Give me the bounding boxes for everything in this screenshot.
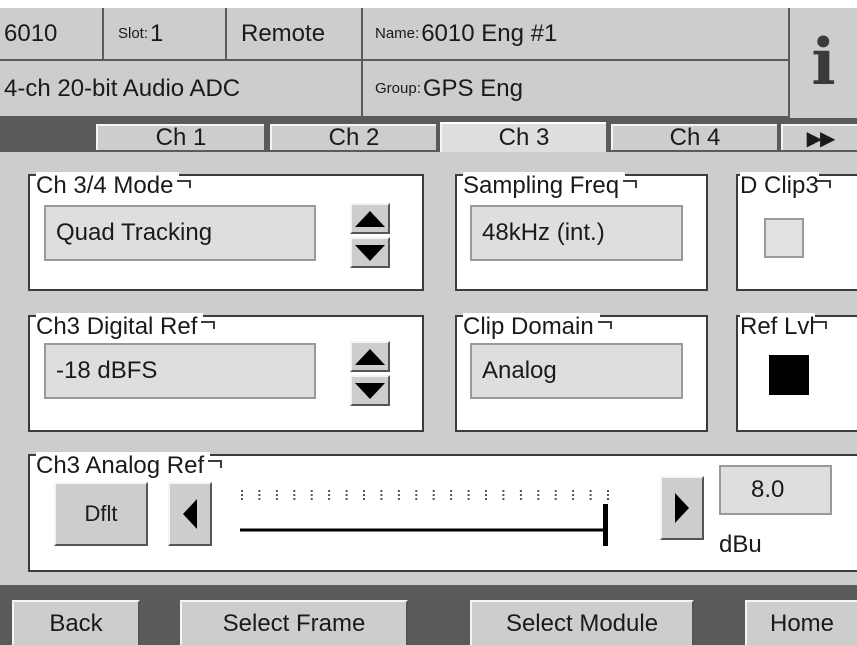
slot-cell: Slot: 1 — [104, 8, 225, 59]
slider-increment-button[interactable] — [660, 476, 704, 540]
tab-ch1-label: Ch 1 — [155, 124, 207, 151]
analog-ref-panel-title: Ch3 Analog Ref — [36, 452, 223, 480]
arrow-left-icon — [183, 499, 197, 529]
mode-up-button[interactable] — [350, 203, 390, 234]
arrow-up-icon — [355, 210, 385, 227]
tab-ch2[interactable]: Ch 2 — [270, 124, 436, 151]
slider-track — [240, 490, 609, 546]
digital-ref-up-button[interactable] — [350, 341, 390, 372]
digital-ref-field[interactable]: -18 dBFS — [44, 343, 316, 399]
tab-scroll-right-button[interactable]: ▶▶ — [781, 124, 857, 150]
arrow-up-icon — [355, 348, 385, 365]
model-number: 6010 — [0, 8, 102, 59]
name-cell: Name: 6010 Eng #1 — [363, 8, 788, 59]
select-frame-button[interactable]: Select Frame — [180, 600, 408, 645]
select-module-label: Select Module — [505, 609, 659, 637]
arrow-down-icon — [355, 244, 385, 261]
group-label: Group: — [375, 80, 421, 97]
module-description: 4-ch 20-bit Audio ADC — [4, 74, 241, 102]
model-number-text: 6010 — [4, 19, 58, 47]
digital-ref-down-button[interactable] — [350, 375, 390, 406]
tab-ch4[interactable]: Ch 4 — [611, 124, 777, 151]
description-cell: 4-ch 20-bit Audio ADC — [0, 61, 361, 116]
default-button-label: Dflt — [84, 501, 118, 526]
sampling-value: 48kHz (int.) — [482, 219, 605, 246]
dclip-checkbox[interactable] — [764, 218, 804, 258]
info-icon[interactable]: i — [811, 31, 835, 95]
mode-cell: Remote — [227, 8, 361, 59]
back-button[interactable]: Back — [12, 600, 140, 645]
digital-ref-panel-title: Ch3 Digital Ref — [36, 313, 216, 341]
tab-ch1[interactable]: Ch 1 — [96, 124, 264, 151]
tab-ch2-label: Ch 2 — [328, 124, 380, 151]
sampling-panel-title: Sampling Freq — [463, 172, 638, 200]
analog-ref-value-field: 8.0 — [719, 465, 832, 515]
ref-lvl-indicator[interactable] — [769, 355, 809, 395]
arrow-right-icon — [675, 493, 689, 523]
slider-ticks — [241, 490, 609, 500]
mode-value: Quad Tracking — [56, 219, 213, 246]
group-name: GPS Eng — [422, 74, 523, 102]
slot-value: 1 — [150, 19, 164, 47]
mode-down-button[interactable] — [350, 237, 390, 268]
group-cell: Group: GPS Eng — [363, 61, 788, 116]
tab-ch3[interactable]: Ch 3 — [440, 122, 606, 152]
mode-panel-title: Ch 3/4 Mode — [36, 172, 192, 200]
tab-ch4-label: Ch 4 — [669, 124, 721, 151]
double-arrow-right-icon: ▶▶ — [806, 127, 836, 150]
info-button[interactable]: i — [790, 8, 857, 118]
select-frame-label: Select Frame — [222, 609, 366, 637]
clip-domain-panel-title: Clip Domain — [463, 313, 612, 341]
home-button-label: Home — [769, 609, 835, 637]
analog-ref-unit: dBu — [719, 531, 762, 558]
sampling-field: 48kHz (int.) — [470, 205, 683, 261]
slot-label: Slot: — [118, 25, 149, 42]
clip-domain-value: Analog — [482, 357, 557, 384]
slider-thumb[interactable] — [603, 504, 608, 546]
ref-lvl-panel-title: Ref Lvl — [740, 313, 827, 341]
slider-decrement-button[interactable] — [168, 482, 212, 546]
dclip-panel-title: D Clip3 — [740, 172, 831, 200]
back-button-label: Back — [49, 609, 103, 637]
analog-ref-slider[interactable] — [238, 476, 610, 546]
default-button[interactable]: Dflt — [54, 482, 148, 546]
analog-ref-value: 8.0 — [751, 476, 785, 503]
tab-ch3-label: Ch 3 — [498, 124, 550, 151]
arrow-down-icon — [355, 382, 385, 399]
digital-ref-value: -18 dBFS — [56, 357, 158, 384]
home-button[interactable]: Home — [745, 600, 857, 645]
select-module-button[interactable]: Select Module — [470, 600, 694, 645]
mode-field[interactable]: Quad Tracking — [44, 205, 316, 261]
remote-status: Remote — [241, 19, 326, 47]
module-name: 6010 Eng #1 — [421, 19, 558, 47]
clip-domain-field[interactable]: Analog — [470, 343, 683, 399]
name-label: Name: — [375, 25, 420, 42]
